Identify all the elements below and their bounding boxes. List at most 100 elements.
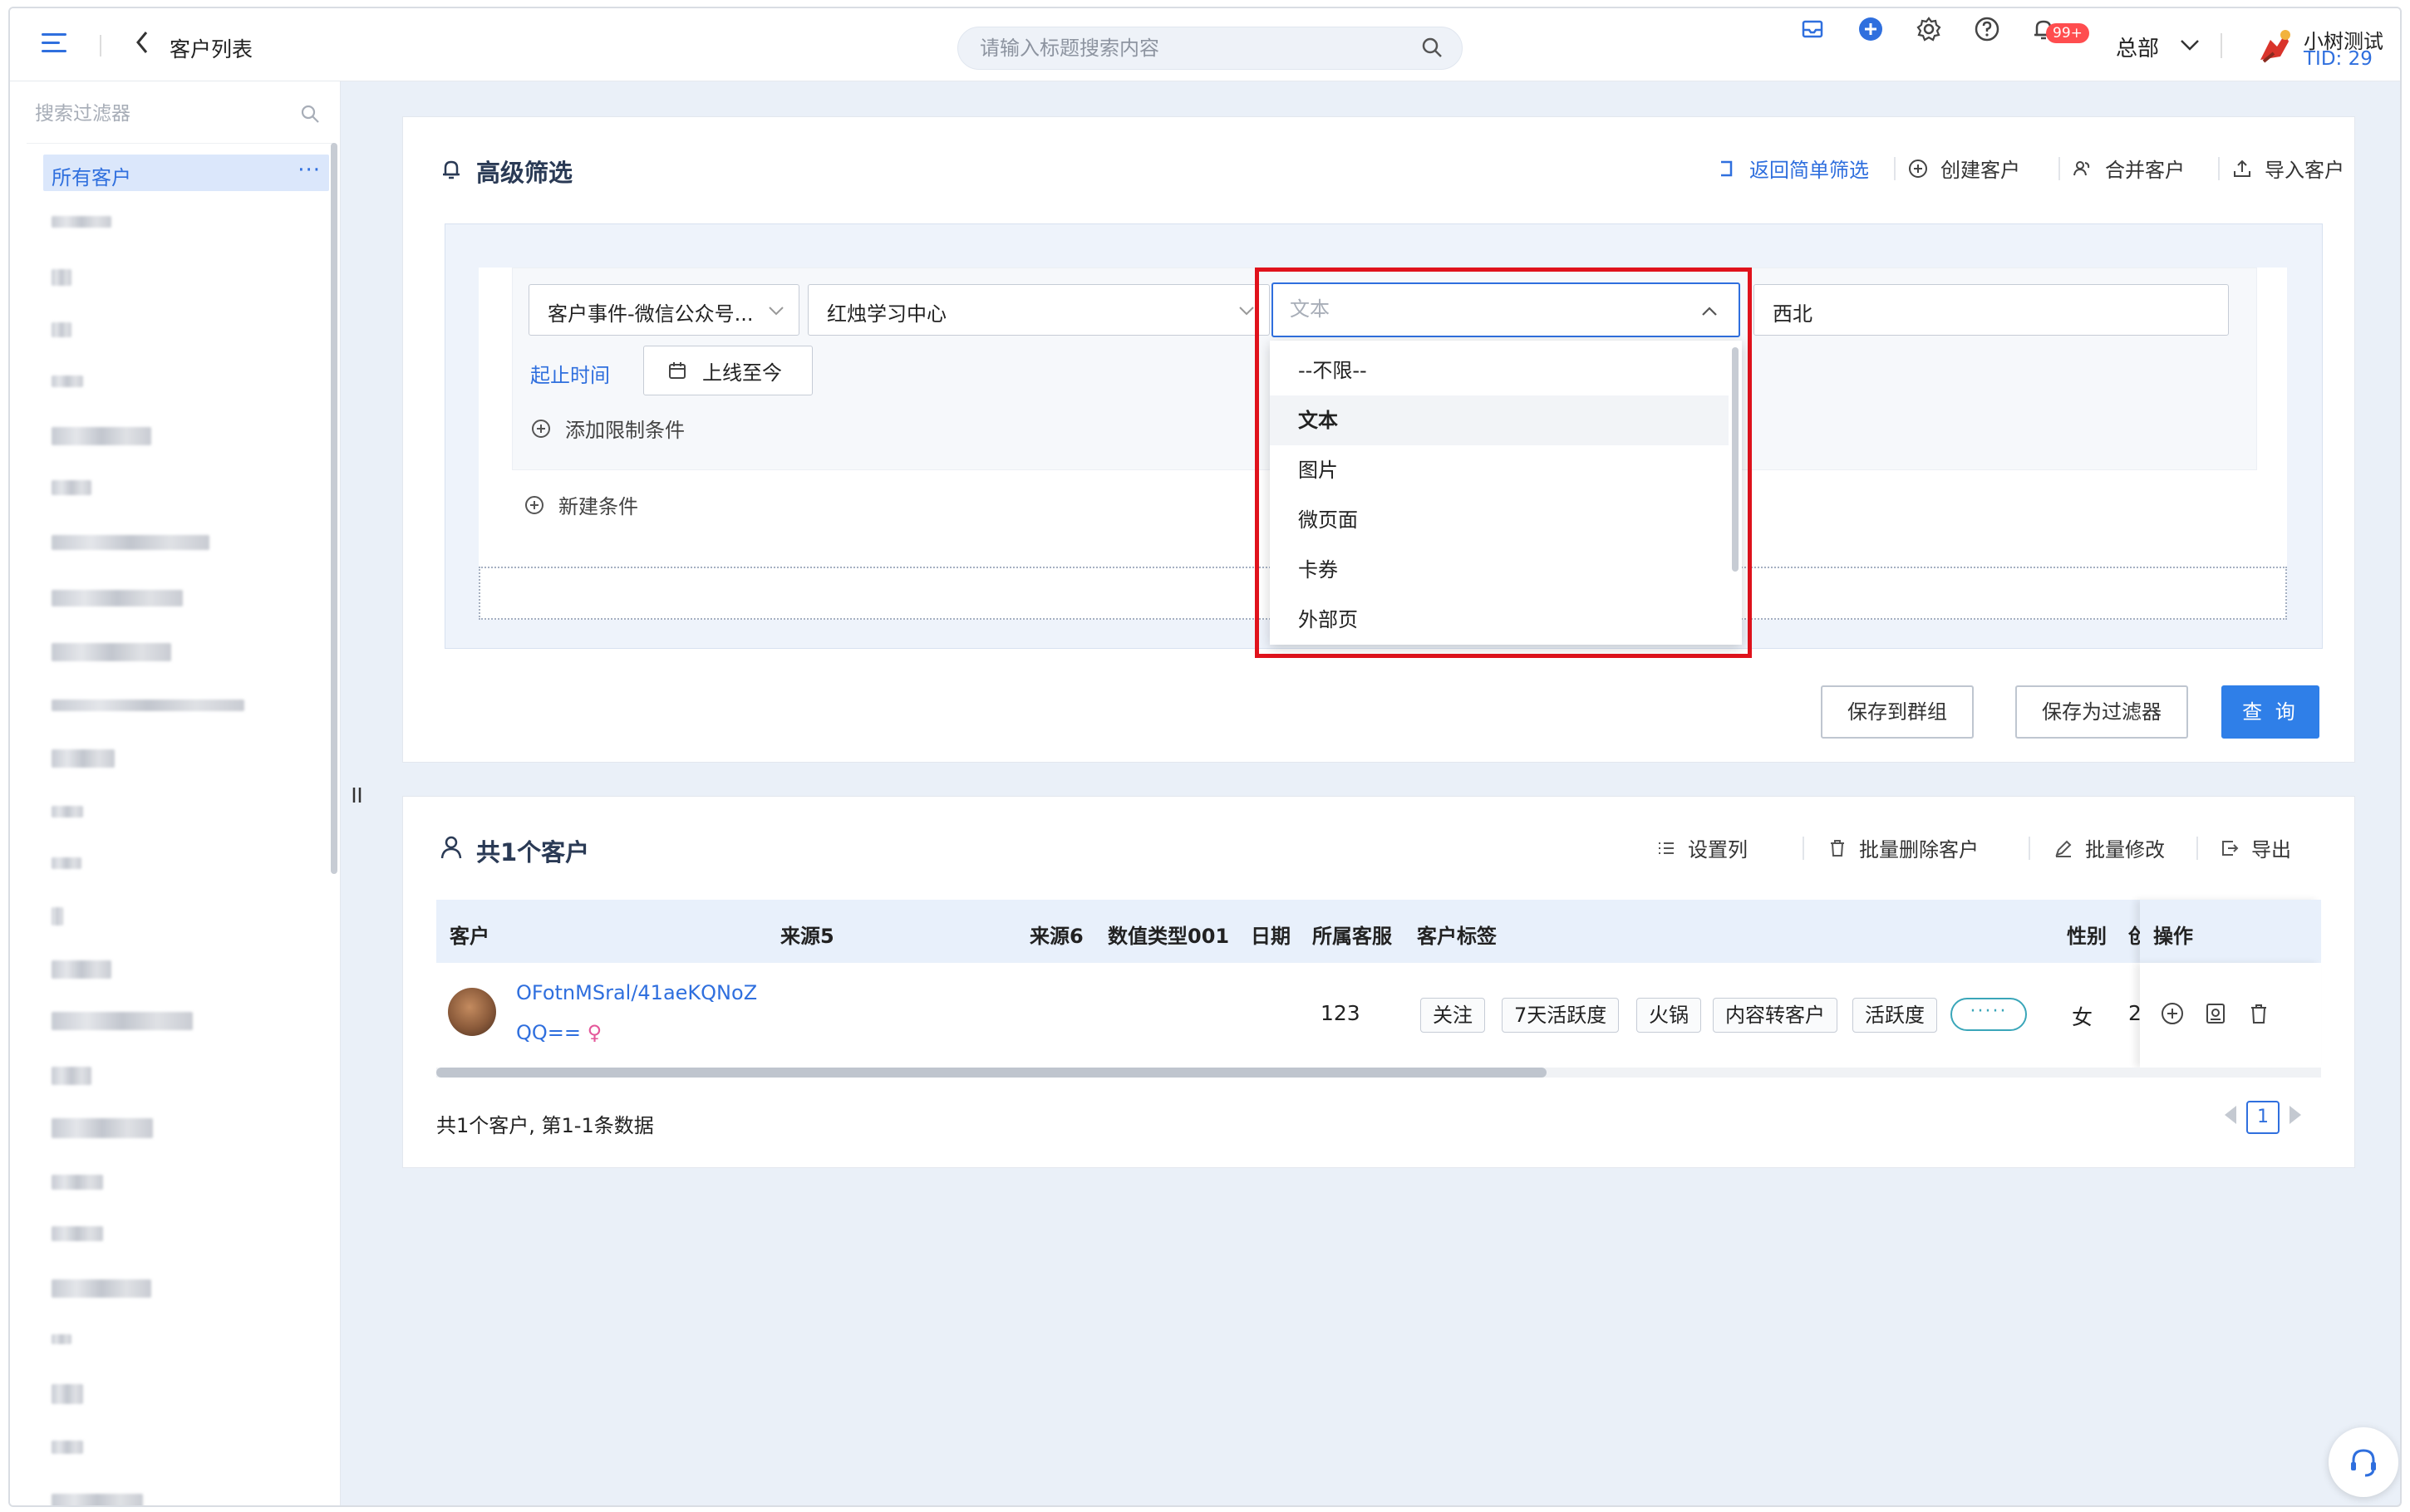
sidebar-item-blurred[interactable] [52, 1226, 103, 1241]
menu-toggle-icon[interactable] [42, 33, 66, 55]
dropdown-option[interactable]: 图片 [1270, 445, 1729, 495]
new-condition-button[interactable]: 新建条件 [524, 490, 638, 519]
card-title: 共1个客户 [476, 838, 590, 866]
more-tags-button[interactable]: ····· [1950, 998, 2027, 1031]
back-icon[interactable] [135, 30, 150, 61]
page-number[interactable]: 1 [2246, 1101, 2280, 1134]
sidebar-item-blurred[interactable] [52, 322, 71, 337]
center-select-value: 红烛学习中心 [827, 302, 947, 326]
dropdown-scrollbar[interactable] [1732, 347, 1739, 572]
sidebar-item-blurred[interactable] [52, 1384, 83, 1404]
filter-search-input[interactable] [35, 103, 284, 125]
table-row[interactable]: OFotnMSral/41aeKQNoZ QQ== ♀ 123 关注 7天活跃度… [436, 963, 2321, 1068]
dropdown-option[interactable]: 外部页 [1270, 595, 1729, 645]
dropdown-option-selected[interactable]: 文本 [1270, 395, 1729, 445]
more-icon[interactable]: ··· [298, 158, 321, 183]
content-type-select[interactable] [1271, 282, 1740, 337]
user-avatar[interactable] [2252, 23, 2297, 68]
set-columns-button[interactable]: 设置列 [1656, 833, 1748, 862]
sidebar-collapse-handle[interactable] [351, 786, 364, 809]
gear-icon[interactable] [1915, 15, 1943, 43]
help-icon[interactable] [1973, 15, 2001, 43]
sidebar-item-blurred[interactable] [52, 590, 183, 606]
date-range-value: 上线至今 [702, 361, 782, 385]
value-input[interactable]: 西北 [1753, 284, 2229, 336]
next-page-icon[interactable] [2288, 1104, 2303, 1131]
merge-customer-button[interactable]: 合并客户 [2072, 154, 2185, 183]
sidebar-item-blurred[interactable] [52, 643, 171, 661]
search-icon[interactable] [1420, 36, 1444, 64]
dropdown-option[interactable]: 微页面 [1270, 495, 1729, 545]
sidebar-item-blurred[interactable] [52, 700, 244, 711]
column-header[interactable]: 性别 [2067, 920, 2107, 949]
sidebar-item-blurred[interactable] [52, 1012, 193, 1030]
event-select[interactable]: 客户事件-微信公众号... [529, 284, 799, 336]
trash-icon[interactable] [2246, 1001, 2271, 1031]
search-icon[interactable] [299, 103, 321, 130]
prev-page-icon[interactable] [2223, 1104, 2238, 1131]
batch-delete-button[interactable]: 批量删除客户 [1827, 833, 1979, 862]
filter-search[interactable] [35, 103, 326, 136]
chevron-up-icon[interactable] [1700, 302, 1719, 326]
sidebar-item-blurred[interactable] [52, 376, 83, 387]
sidebar-item-blurred[interactable] [52, 960, 111, 979]
column-header[interactable]: 日期 [1251, 920, 1291, 949]
sidebar-item-blurred[interactable] [52, 806, 83, 817]
sidebar-item-blurred[interactable] [52, 216, 111, 228]
org-selector[interactable]: 总部 [2116, 32, 2159, 62]
filter-actions: 返回简单筛选 创建客户 合并客户 导入客户 [1716, 154, 2344, 187]
sidebar-item-blurred[interactable] [52, 749, 115, 768]
sidebar-item-blurred[interactable] [52, 427, 151, 445]
column-header[interactable]: 来源5 [780, 920, 834, 949]
search-input[interactable] [958, 27, 1390, 69]
sidebar-item-blurred[interactable] [52, 1067, 91, 1085]
sidebar-item-blurred[interactable] [52, 480, 91, 495]
sidebar-item-all-customers[interactable]: 所有客户 ··· [43, 155, 329, 191]
center-select[interactable]: 红烛学习中心 [808, 284, 1270, 336]
customer-service-button[interactable] [2329, 1427, 2398, 1497]
add-circle-icon[interactable] [1857, 15, 1885, 43]
batch-edit-button[interactable]: 批量修改 [2053, 833, 2165, 862]
sidebar-scrollbar[interactable] [331, 143, 337, 874]
inbox-icon[interactable] [1798, 15, 1827, 43]
column-header[interactable]: 客户标签 [1417, 920, 1497, 949]
view-detail-icon[interactable] [2203, 1001, 2228, 1031]
sidebar-item-blurred[interactable] [52, 535, 209, 550]
column-header[interactable]: 数值类型001 [1108, 920, 1229, 949]
dropdown-option[interactable]: --不限-- [1270, 346, 1729, 395]
sidebar-item-blurred[interactable] [52, 1279, 151, 1298]
sidebar-item-blurred[interactable] [52, 269, 71, 286]
sidebar-item-blurred[interactable] [52, 1441, 83, 1454]
add-limit-condition-button[interactable]: 添加限制条件 [530, 414, 685, 443]
export-button[interactable]: 导出 [2220, 833, 2291, 862]
sidebar-item-blurred[interactable] [52, 907, 63, 925]
sidebar-item-blurred[interactable] [52, 1334, 71, 1344]
date-range-button[interactable]: 上线至今 [643, 346, 813, 395]
save-to-group-button[interactable]: 保存到群组 [1821, 685, 1974, 739]
add-circle-icon[interactable] [2160, 1001, 2185, 1031]
column-header[interactable]: 客户 [450, 920, 489, 949]
customer-avatar[interactable] [448, 988, 496, 1036]
import-customer-button[interactable]: 导入客户 [2231, 154, 2344, 183]
save-as-filter-button[interactable]: 保存为过滤器 [2015, 685, 2188, 739]
dropdown-option[interactable]: 卡券 [1270, 545, 1729, 595]
chevron-down-icon[interactable] [2179, 35, 2201, 58]
column-header[interactable]: 所属客服 [1312, 920, 1392, 949]
customer-name-link-line2[interactable]: QQ== ♀ [516, 1021, 602, 1044]
back-to-simple-filter-button[interactable]: 返回简单筛选 [1716, 154, 1869, 183]
column-header[interactable]: 来源6 [1030, 920, 1084, 949]
global-search[interactable] [957, 27, 1463, 70]
table-horizontal-scrollbar[interactable] [436, 1068, 2321, 1078]
sidebar-item-blurred[interactable] [52, 1118, 153, 1138]
sidebar-item-blurred[interactable] [52, 1175, 103, 1190]
sidebar-item-blurred[interactable] [52, 857, 81, 869]
button-label: 批量修改 [2085, 838, 2165, 862]
scrollbar-thumb[interactable] [436, 1068, 1547, 1078]
create-customer-button[interactable]: 创建客户 [1907, 154, 2020, 183]
content-type-input[interactable] [1273, 284, 1672, 334]
query-button[interactable]: 查 询 [2221, 685, 2319, 739]
sidebar-item-blurred[interactable] [52, 1494, 143, 1505]
list-icon [1659, 842, 1674, 854]
divider [2058, 157, 2060, 180]
customer-name-link[interactable]: OFotnMSral/41aeKQNoZ [516, 981, 757, 1004]
